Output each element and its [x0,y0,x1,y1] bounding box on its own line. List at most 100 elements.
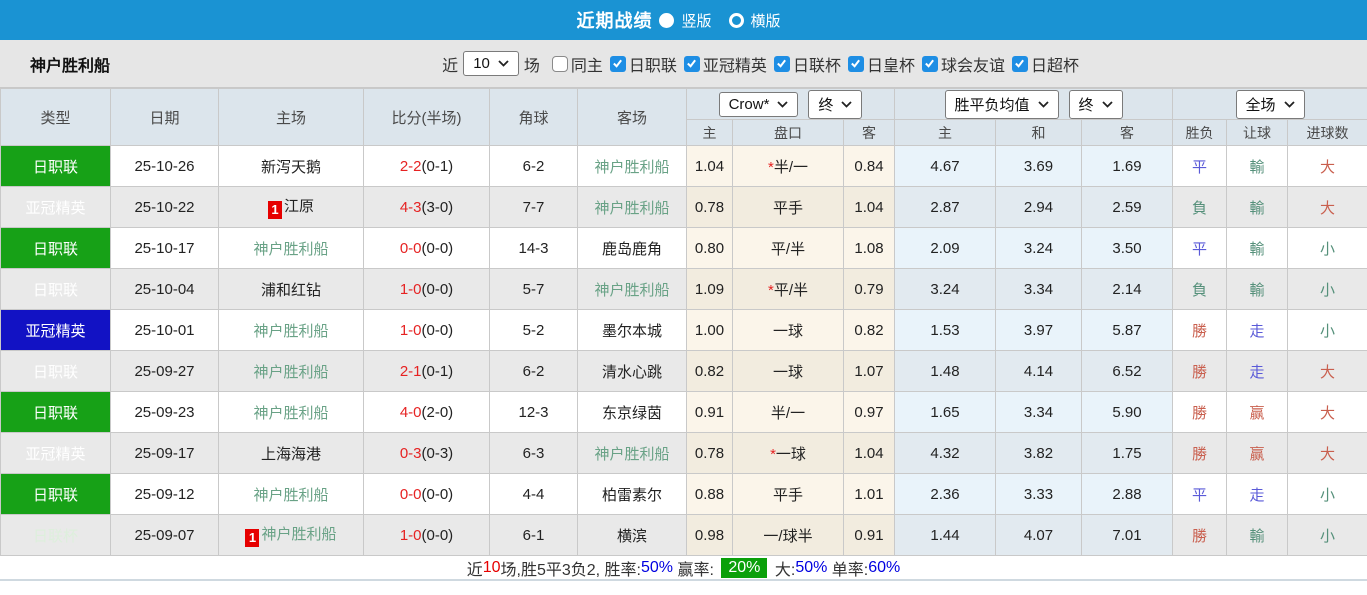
full-score: 0-0 [399,485,422,503]
summary-segment: 50% [641,558,674,576]
handicap-home-odds: 0.91 [686,391,733,433]
score-cell: 1-0(0-0) [363,514,490,556]
away-team[interactable]: 横滨 [577,514,687,556]
home-team-name: 上海海港 [260,445,321,463]
corners-cell: 7-7 [489,186,578,228]
home-team[interactable]: 神户胜利船 [218,350,364,392]
table-row: 日职联 25-09-23 神户胜利船 4-0(2-0) 12-3 东京绿茵 0.91 半/一 0… [0,391,1367,433]
match-count-select[interactable]: 10 [463,51,519,76]
away-team[interactable]: 神户胜利船 [577,268,687,310]
odds-away-win: 6.52 [1081,350,1174,392]
league-checkbox-label: 亚冠精英 [702,57,767,75]
handicap-line: 平手 [732,186,844,228]
home-team-name: 神户胜利船 [253,322,329,340]
half-score: (2-0) [421,403,454,421]
europe-time-select[interactable]: 终 [1068,89,1123,119]
corners-cell: 6-3 [489,432,578,474]
corners-cell: 12-3 [489,391,578,433]
handicap-away-odds: 1.04 [842,186,896,228]
star-marker: * [767,281,774,299]
league-checkbox[interactable] [773,55,790,72]
table-row: 亚冠精英 25-09-17 上海海港 0-3(0-3) 6-3 神户胜利船 0.78 *一球 1… [0,432,1367,474]
away-team-name: 清水心跳 [601,363,662,381]
home-team[interactable]: 新泻天鹅 [218,145,364,187]
odds-away-win: 1.75 [1081,432,1174,474]
league-badge: 日职联 [0,473,111,515]
table-row: 日职联 25-10-04 浦和红钻 1-0(0-0) 5-7 神户胜利船 1.09 *平/半 0… [0,268,1367,310]
scope-select[interactable]: 全场 [1235,89,1305,119]
home-team[interactable]: 神户胜利船 [218,391,364,433]
chevron-down-icon [498,60,509,67]
league-checkbox[interactable] [921,55,938,72]
odds-source-select[interactable]: Crow* [718,91,799,117]
away-team[interactable]: 神户胜利船 [577,186,687,228]
check-icon [925,59,935,68]
radio-vertical-layout[interactable] [659,12,675,28]
league-checkbox[interactable] [1011,55,1028,72]
odds-home-win: 2.36 [894,473,997,515]
odds-time-select[interactable]: 终 [808,89,863,119]
score-cell: 4-0(2-0) [363,391,490,433]
home-team-name: 江原 [283,198,314,215]
league-badge: 日职联 [0,391,111,433]
home-team[interactable]: 神户胜利船 [218,227,364,269]
goals-result-cell: 大 [1287,391,1367,433]
corners-cell: 6-1 [489,514,578,556]
away-team[interactable]: 神户胜利船 [577,145,687,187]
half-score: (0-1) [421,362,454,380]
away-team-name: 神户胜利船 [594,158,670,176]
handicap-away-odds: 1.01 [842,473,896,515]
score-cell: 2-1(0-1) [363,350,490,392]
summary-segment: 60% [868,558,901,576]
away-team[interactable]: 墨尔本城 [577,309,687,351]
summary-segment: 赢率: [673,561,719,579]
home-team[interactable]: 浦和红钻 [218,268,364,310]
subheader-odds-home: 主 [894,119,997,146]
radio-vertical-label[interactable]: 竖版 [681,10,711,31]
full-score: 2-2 [399,157,422,175]
handicap-line: *半/一 [732,145,844,187]
league-checkbox[interactable] [609,55,626,72]
europe-odds-select[interactable]: 胜平负均值 [944,89,1059,119]
full-score: 1-0 [399,280,422,298]
same-home-checkbox[interactable] [551,55,568,72]
summary-bar: 近 10 场,胜5平3负2, 胜率: 50% 赢率: 20% 大: 50% 单率: 60% [0,556,1367,581]
away-team[interactable]: 神户胜利船 [577,432,687,474]
away-team[interactable]: 柏雷素尔 [577,473,687,515]
away-team[interactable]: 鹿岛鹿角 [577,227,687,269]
home-team[interactable]: 1 神户胜利船 [218,514,364,556]
home-team[interactable]: 神户胜利船 [218,473,364,515]
odds-draw: 3.69 [995,145,1083,187]
radio-horizontal-label[interactable]: 横版 [751,10,781,31]
league-checkbox[interactable] [847,55,864,72]
radio-horizontal-layout[interactable] [728,12,744,28]
handicap-result-cell: 赢 [1226,391,1289,433]
subheader-handicap-result: 让球 [1226,119,1289,146]
goals-result-cell: 小 [1287,473,1367,515]
league-checkbox-label: 日皇杯 [866,57,915,75]
table-body: 日职联 25-10-26 新泻天鹅 2-2(0-1) 6-2 神户胜利船 1.04 *半/一 0… [0,145,1367,556]
away-team[interactable]: 清水心跳 [577,350,687,392]
full-score: 1-0 [399,321,422,339]
home-team[interactable]: 神户胜利船 [218,309,364,351]
subheader-goals: 进球数 [1287,119,1367,146]
corners-cell: 14-3 [489,227,578,269]
same-home-label: 同主 [570,57,603,75]
score-cell: 1-0(0-0) [363,309,490,351]
corners-cell: 6-2 [489,350,578,392]
league-checkbox[interactable] [683,55,700,72]
chevron-down-icon [1101,100,1113,108]
odds-away-win: 2.14 [1081,268,1174,310]
summary-segment: 近 [466,561,483,579]
full-score: 1-0 [399,526,422,544]
result-cell: 勝 [1172,350,1228,392]
summary-segment: 场,胜5平3负2, 胜率: [500,561,641,579]
summary-segment: 20% [721,557,768,578]
col-header-score: 比分(半场) [363,88,490,146]
goals-result-cell: 大 [1287,350,1367,392]
home-team[interactable]: 1 江原 [218,186,364,228]
europe-odds-group-header: 胜平负均值 终 [894,88,1174,120]
subheader-handicap-away: 客 [842,119,896,146]
home-team[interactable]: 上海海港 [218,432,364,474]
away-team[interactable]: 东京绿茵 [577,391,687,433]
